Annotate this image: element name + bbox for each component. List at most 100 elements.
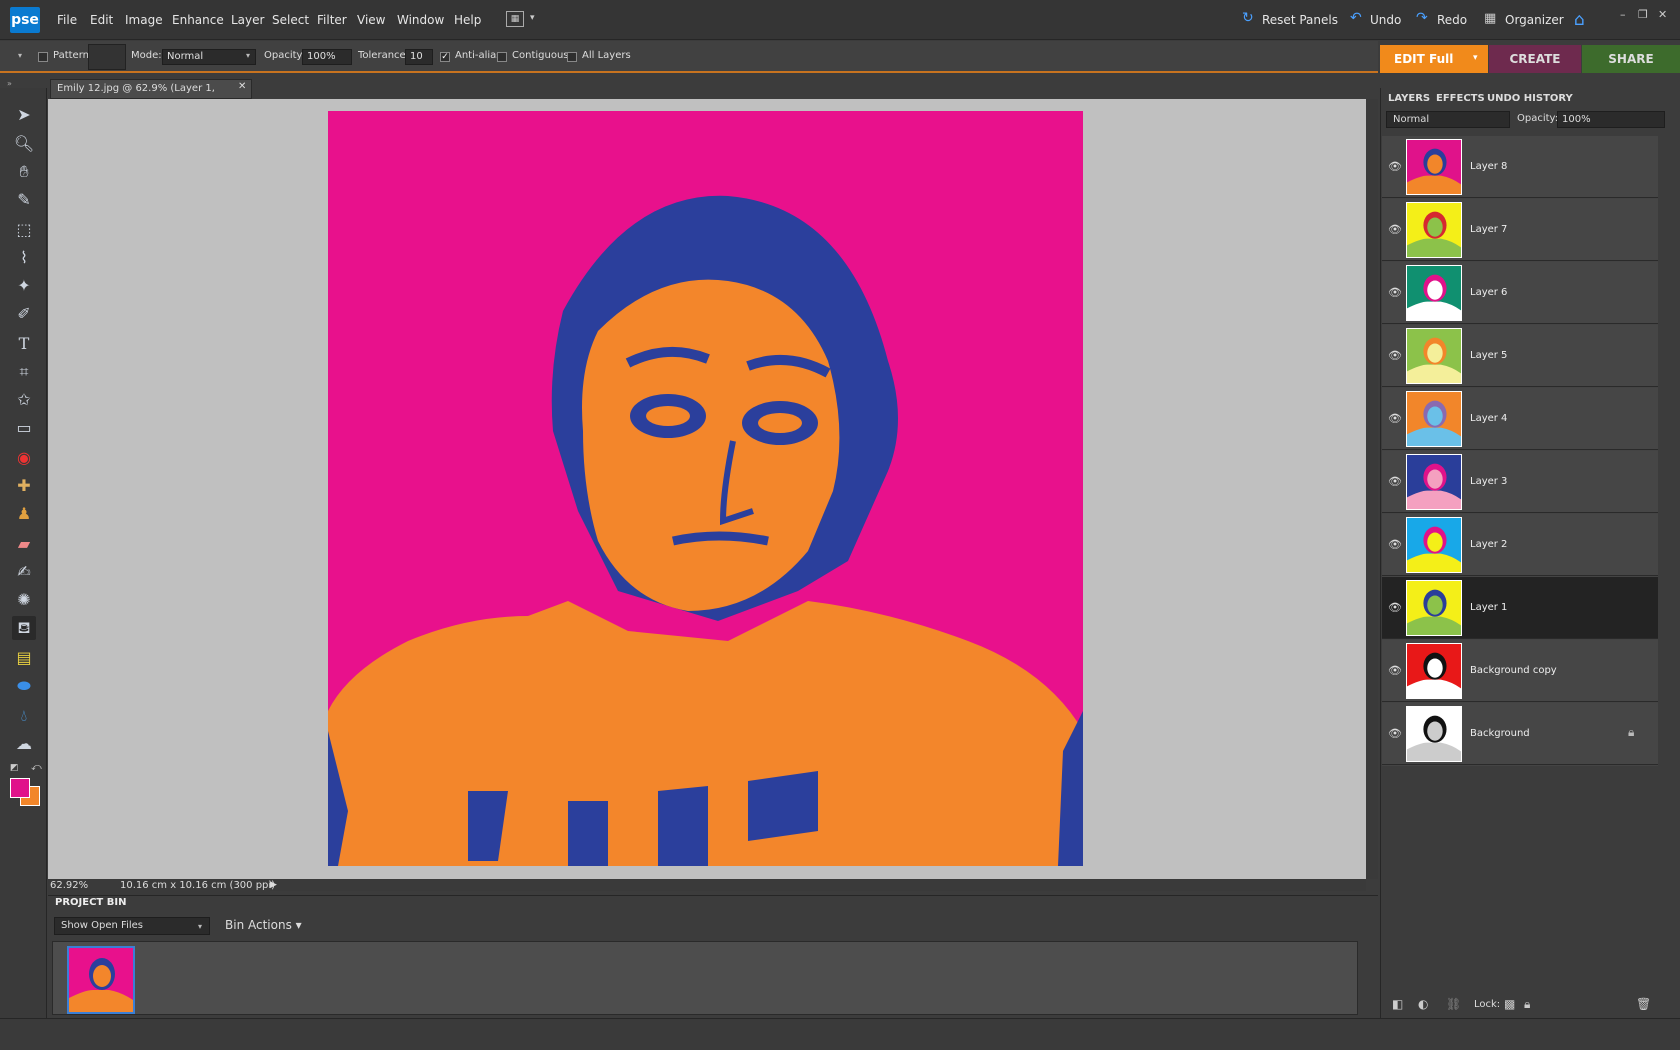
layer-thumbnail[interactable] — [1406, 202, 1462, 258]
layer-name[interactable]: Layer 4 — [1470, 413, 1507, 424]
tab-undo-history[interactable]: UNDO HISTORY — [1487, 93, 1573, 104]
layer-thumbnail[interactable] — [1406, 517, 1462, 573]
menu-enhance[interactable]: Enhance — [172, 13, 224, 27]
layer-name[interactable]: Layer 7 — [1470, 224, 1507, 235]
blur-tool-icon[interactable]: 💧︎ — [12, 704, 36, 728]
sponge-tool-icon[interactable]: ☁ — [12, 732, 36, 756]
menu-help[interactable]: Help — [454, 13, 481, 27]
chevron-down-icon[interactable]: ▾ — [530, 13, 535, 23]
default-colors-icon[interactable]: ◩ — [10, 763, 19, 773]
visibility-eye-icon[interactable]: 👁︎ — [1388, 160, 1402, 173]
status-menu-icon[interactable]: ▶ — [270, 880, 277, 890]
bin-actions-menu[interactable]: Bin Actions ▾ — [225, 918, 302, 932]
layer-name[interactable]: Layer 6 — [1470, 287, 1507, 298]
visibility-eye-icon[interactable]: 👁︎ — [1388, 664, 1402, 677]
tool-preset-icon[interactable]: ▾ — [18, 51, 22, 60]
redo-button[interactable]: Redo — [1437, 13, 1467, 27]
visibility-eye-icon[interactable]: 👁︎ — [1388, 601, 1402, 614]
home-icon[interactable]: ⌂ — [1574, 10, 1585, 30]
foreground-color-swatch[interactable] — [10, 778, 30, 798]
visibility-eye-icon[interactable]: 👁︎ — [1388, 475, 1402, 488]
move-tool-icon[interactable]: ➤ — [12, 103, 36, 127]
close-tab-icon[interactable]: ✕ — [238, 81, 246, 92]
swap-colors-icon[interactable]: ⤺ — [31, 762, 42, 773]
link-layers-icon[interactable]: ⛓ — [1446, 997, 1461, 1011]
opacity-field[interactable]: 100% — [302, 49, 352, 65]
layer-name[interactable]: Layer 2 — [1470, 539, 1507, 550]
straighten-tool-icon[interactable]: ▭ — [12, 416, 36, 440]
lasso-tool-icon[interactable]: ⌇ — [12, 246, 36, 270]
layer-name[interactable]: Layer 3 — [1470, 476, 1507, 487]
show-open-files-select[interactable]: Show Open Files — [54, 917, 210, 935]
contiguous-checkbox[interactable] — [497, 52, 507, 62]
magic-wand-tool-icon[interactable]: ✦ — [12, 274, 36, 298]
zoom-readout[interactable]: 62.92% — [50, 880, 88, 891]
undo-button[interactable]: Undo — [1370, 13, 1401, 27]
all-layers-checkbox[interactable] — [567, 52, 577, 62]
tab-layers[interactable]: LAYERS — [1388, 93, 1430, 104]
mode-select[interactable]: Normal — [162, 49, 256, 65]
layer-name[interactable]: Layer 5 — [1470, 350, 1507, 361]
visibility-eye-icon[interactable]: 👁︎ — [1388, 412, 1402, 425]
shape-tool-icon[interactable]: ⬬ — [12, 674, 36, 698]
antialias-checkbox[interactable]: ✓ — [440, 52, 450, 62]
create-button[interactable]: CREATE — [1489, 45, 1581, 73]
smart-brush-tool-icon[interactable]: ✺ — [12, 588, 36, 612]
bin-thumbnail-emily[interactable] — [67, 946, 135, 1014]
zoom-tool-icon[interactable]: 🔍︎ — [12, 132, 36, 156]
adjustment-layer-icon[interactable]: ◐ — [1418, 997, 1428, 1011]
menu-layer[interactable]: Layer — [231, 13, 264, 27]
organizer-button[interactable]: Organizer — [1505, 13, 1564, 27]
hand-tool-icon[interactable]: ✋︎ — [12, 160, 36, 184]
share-button[interactable]: SHARE — [1582, 45, 1680, 73]
layer-name[interactable]: Background — [1470, 728, 1530, 739]
healing-brush-tool-icon[interactable]: ✚ — [12, 474, 36, 498]
layer-thumbnail[interactable] — [1406, 139, 1462, 195]
visibility-eye-icon[interactable]: 👁︎ — [1388, 286, 1402, 299]
document-tab[interactable]: Emily 12.jpg @ 62.9% (Layer 1, RGB/8) * — [50, 79, 252, 112]
image-canvas[interactable] — [328, 111, 1083, 866]
layer-name[interactable]: Layer 8 — [1470, 161, 1507, 172]
horizontal-scrollbar[interactable] — [270, 879, 1366, 891]
edit-full-button[interactable]: EDIT Full — [1380, 45, 1488, 73]
menu-image[interactable]: Image — [125, 13, 163, 27]
delete-layer-icon[interactable]: 🗑︎ — [1636, 997, 1651, 1011]
layer-thumbnail[interactable] — [1406, 328, 1462, 384]
eyedropper-tool-icon[interactable]: ✎ — [12, 188, 36, 212]
gradient-tool-icon[interactable]: ▤ — [12, 646, 36, 670]
type-tool-icon[interactable]: T — [12, 332, 36, 356]
arrange-layout-icon[interactable]: ▦ — [506, 11, 524, 27]
minimize-icon[interactable]: – — [1620, 8, 1626, 21]
eraser-tool-icon[interactable]: ▰ — [12, 532, 36, 556]
clone-stamp-tool-icon[interactable]: ♟ — [12, 502, 36, 526]
pattern-checkbox[interactable] — [38, 52, 48, 62]
restore-icon[interactable]: ❐ — [1638, 8, 1648, 21]
redo-icon[interactable]: ↷ — [1416, 10, 1428, 26]
chevron-down-icon[interactable]: ▾ — [1473, 53, 1478, 63]
layer-thumbnail[interactable] — [1406, 265, 1462, 321]
vertical-scrollbar[interactable] — [1366, 99, 1378, 879]
expand-toolbox-icon[interactable]: » — [7, 79, 12, 88]
pattern-swatch[interactable] — [88, 44, 126, 70]
menu-file[interactable]: File — [57, 13, 77, 27]
new-layer-icon[interactable]: ◧ — [1392, 997, 1403, 1011]
layer-thumbnail[interactable] — [1406, 706, 1462, 762]
menu-edit[interactable]: Edit — [90, 13, 113, 27]
close-icon[interactable]: ✕ — [1658, 8, 1667, 21]
organizer-icon[interactable]: ▦ — [1484, 11, 1496, 26]
visibility-eye-icon[interactable]: 👁︎ — [1388, 223, 1402, 236]
cookie-cutter-tool-icon[interactable]: ✩ — [12, 388, 36, 412]
menu-window[interactable]: Window — [397, 13, 444, 27]
visibility-eye-icon[interactable]: 👁︎ — [1388, 349, 1402, 362]
tab-effects[interactable]: EFFECTS — [1436, 93, 1485, 104]
brush-tool-icon[interactable]: ✍ — [12, 560, 36, 584]
lock-transparency-icon[interactable]: ▩ — [1504, 997, 1515, 1011]
menu-select[interactable]: Select — [272, 13, 309, 27]
layer-name[interactable]: Background copy — [1470, 665, 1557, 676]
visibility-eye-icon[interactable]: 👁︎ — [1388, 538, 1402, 551]
paint-bucket-tool-icon[interactable]: ⛾ — [12, 616, 36, 640]
lock-all-icon[interactable]: 🔒︎ — [1524, 997, 1530, 1012]
layer-thumbnail[interactable] — [1406, 454, 1462, 510]
layer-name[interactable]: Layer 1 — [1470, 602, 1507, 613]
layer-opacity-field[interactable]: 100% — [1557, 111, 1665, 128]
